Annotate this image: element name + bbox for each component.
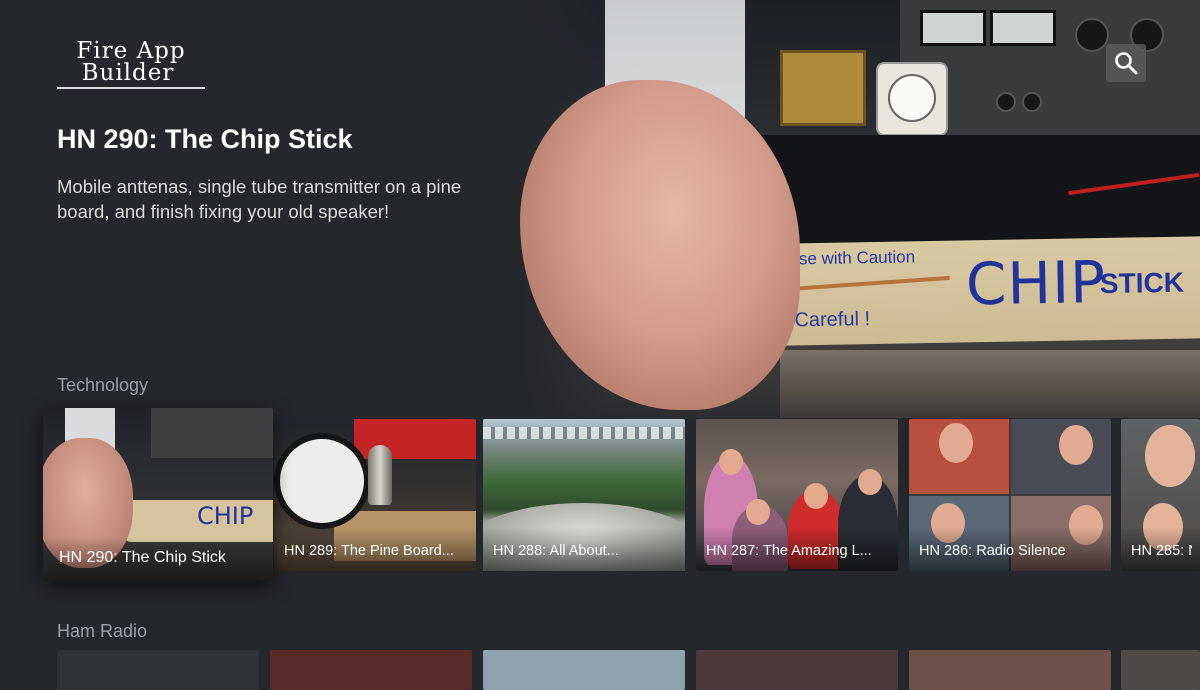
thumb-stick-text: CHIP [197,502,254,530]
content-card[interactable] [909,650,1111,690]
content-card[interactable] [270,650,472,690]
hero-radio-knob [996,92,1016,112]
card-title: HN 289: The Pine Board... [284,543,454,559]
search-button[interactable] [1106,44,1146,82]
search-icon [1115,52,1138,75]
stick-text-top: use with Caution [789,247,916,269]
app-logo: Fire App Builder [57,40,205,89]
card-title: HN 286: Radio Silence [919,543,1066,559]
content-card[interactable] [696,650,898,690]
hero-radio-meter [990,10,1056,46]
content-title: HN 290: The Chip Stick [57,124,353,154]
logo-line-2: Builder [81,60,175,86]
hero-chip-stick: use with Caution CHIP STICK Careful ! [769,236,1200,346]
content-card[interactable]: HN 287: The Amazing L... [696,419,898,571]
content-card[interactable]: CHIP HN 290: The Chip Stick [43,408,273,581]
content-card[interactable]: HN 286: Radio Silence [909,419,1111,571]
card-title: HN 285: N [1131,543,1192,559]
content-card[interactable] [57,650,259,690]
row-label-technology: Technology [57,375,149,395]
content-card[interactable] [483,650,685,690]
hero-clock [876,62,948,136]
content-card[interactable]: HN 289: The Pine Board... [274,419,476,571]
stick-text-side: STICK [1099,266,1185,300]
card-title: HN 288: All About... [493,543,619,559]
card-title: HN 290: The Chip Stick [59,549,226,566]
stick-text-bottom: Careful ! [794,308,871,332]
hero-hand [520,80,800,410]
content-card[interactable]: HN 285: N [1121,419,1200,571]
hero-background-image: use with Caution CHIP STICK Careful ! [520,0,1200,418]
content-card[interactable]: HN 288: All About... [483,419,685,571]
logo-line-1: Fire App [76,38,186,64]
hero-transformer [780,50,866,126]
hero-board [780,350,1200,418]
row-label-ham-radio: Ham Radio [57,621,148,641]
stick-text-main: CHIP [965,247,1107,319]
content-card[interactable] [1121,650,1200,690]
hero-radio-meter [920,10,986,46]
hero-radio-knob [1075,18,1109,52]
content-description: Mobile anttenas, single tube transmitter… [57,176,462,222]
logo-underline [57,87,205,89]
hero-radio-knob [1022,92,1042,112]
card-title: HN 287: The Amazing L... [706,543,872,559]
